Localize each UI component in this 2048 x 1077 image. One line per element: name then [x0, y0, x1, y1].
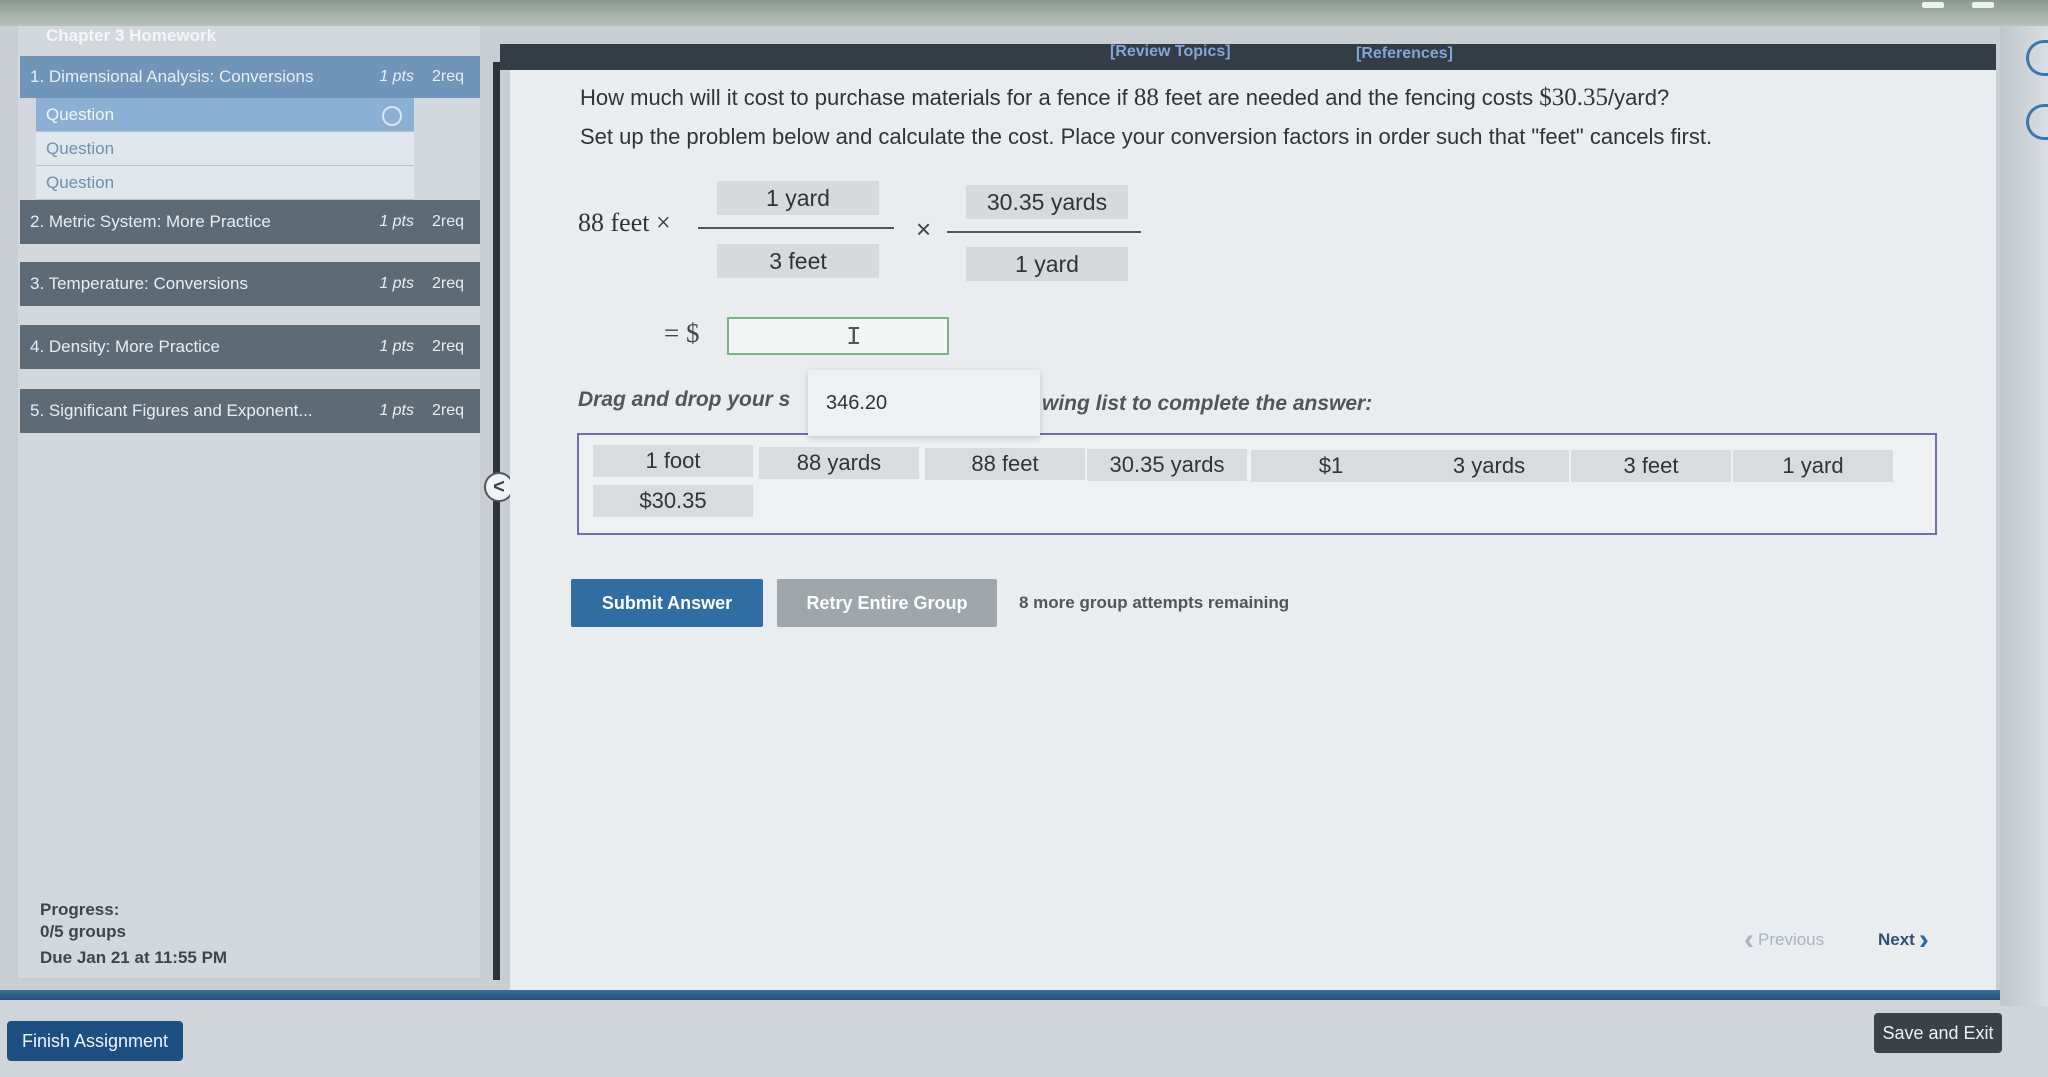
minimize-icon[interactable]: [1922, 2, 1944, 8]
circle-status-icon: [382, 106, 402, 126]
sub-question-label: Question: [46, 104, 115, 124]
window-top-strip: [0, 0, 2048, 26]
finish-assignment-button[interactable]: Finish Assignment: [7, 1021, 183, 1061]
sidebar-item-dimensional-analysis[interactable]: 1. Dimensional Analysis: Conversions 1 p…: [20, 56, 480, 98]
sub-question-2[interactable]: Question: [36, 132, 414, 166]
progress-label: Progress:: [40, 900, 120, 919]
sidebar-item-points: 1 pts: [379, 68, 414, 85]
sub-question-3[interactable]: Question: [36, 166, 414, 200]
progress-value: 0/5 groups: [40, 922, 126, 941]
save-and-exit-button[interactable]: Save and Exit: [1874, 1013, 2002, 1053]
sidebar-item-requirement: 2req: [431, 338, 464, 355]
option-tile[interactable]: 30.35 yards: [1087, 449, 1247, 481]
sidebar-item-requirement: 2req: [431, 68, 464, 85]
sidebar-item-points: 1 pts: [379, 213, 414, 230]
fraction-2-bar: [947, 231, 1141, 233]
sidebar-item-points: 1 pts: [379, 338, 414, 355]
question-header-bar: [500, 44, 1996, 70]
sub-question-1[interactable]: Question: [36, 98, 414, 132]
sidebar-item-label: 2. Metric System: More Practice: [30, 212, 271, 231]
question-text-part: How much will it cost to purchase materi…: [580, 85, 1134, 110]
sidebar-item-temperature[interactable]: 3. Temperature: Conversions 1 pts 2req: [20, 262, 480, 306]
question-instructions: Set up the problem below and calculate t…: [580, 124, 1713, 149]
option-tile[interactable]: 3 feet: [1571, 450, 1731, 482]
previous-button[interactable]: ‹ Previous: [1744, 923, 1825, 956]
fraction-1-denominator[interactable]: 3 feet: [717, 244, 879, 278]
fraction-1-bar: [698, 227, 894, 229]
due-date: Due Jan 21 at 11:55 PM: [40, 948, 228, 967]
sidebar-item-points: 1 pts: [379, 275, 414, 292]
drag-instruction-start: Drag and drop your s: [578, 388, 791, 411]
sidebar-item-label: 5. Significant Figures and Exponent...: [30, 401, 313, 420]
sidebar-item-label: 1. Dimensional Analysis: Conversions: [30, 67, 314, 86]
right-edge-panel: [2000, 26, 2048, 1006]
fraction-1-numerator[interactable]: 1 yard: [717, 181, 879, 215]
option-tile[interactable]: 88 yards: [759, 447, 919, 479]
next-label: Next: [1878, 930, 1915, 949]
question-text-part: /yard?: [1608, 85, 1670, 110]
attempts-remaining: 8 more group attempts remaining: [1019, 593, 1290, 612]
footer-divider: [0, 990, 2000, 1000]
option-tile[interactable]: $1: [1251, 450, 1411, 482]
fraction-2-numerator[interactable]: 30.35 yards: [966, 185, 1128, 219]
feet-quantity: 88: [1133, 84, 1159, 111]
next-button[interactable]: Next ›: [1878, 923, 1929, 956]
chevron-left-icon: ‹: [1744, 923, 1754, 956]
references-link[interactable]: [References]: [1356, 45, 1453, 63]
chevron-right-icon: ›: [1918, 923, 1929, 956]
price-quantity: $30.35: [1539, 84, 1609, 111]
drag-instruction-end: wing list to complete the answer:: [1042, 392, 1373, 415]
sidebar-item-requirement: 2req: [431, 275, 464, 292]
option-tile[interactable]: $30.35: [593, 485, 753, 517]
assignment-title: Chapter 3 Homework: [46, 26, 217, 45]
question-text-part: feet are needed and the fencing costs: [1158, 85, 1540, 110]
sidebar-item-points: 1 pts: [379, 402, 414, 419]
maximize-icon[interactable]: [1972, 2, 1994, 8]
sidebar-item-density[interactable]: 4. Density: More Practice 1 pts 2req: [20, 325, 480, 369]
dragging-answer-tile[interactable]: 346.20: [808, 370, 1040, 436]
sub-question-label: Question: [46, 138, 115, 158]
sidebar-item-significant-figures[interactable]: 5. Significant Figures and Exponent... 1…: [20, 389, 480, 433]
times-sign: ×: [916, 214, 932, 244]
option-tile[interactable]: 1 foot: [593, 445, 753, 477]
equals-dollar-label: = $: [664, 318, 700, 348]
footer-bar: [0, 1000, 2048, 1077]
submit-answer-button[interactable]: Submit Answer: [571, 579, 763, 627]
fraction-2-denominator[interactable]: 1 yard: [966, 247, 1128, 281]
text-cursor-icon: I: [846, 322, 862, 352]
sidebar-item-label: 4. Density: More Practice: [30, 337, 220, 356]
sidebar-item-label: 3. Temperature: Conversions: [30, 274, 248, 293]
sidebar-item-requirement: 2req: [431, 213, 464, 230]
option-tile[interactable]: 1 yard: [1733, 450, 1893, 482]
sidebar-item-metric-system[interactable]: 2. Metric System: More Practice 1 pts 2r…: [20, 200, 480, 244]
option-tile[interactable]: 88 feet: [925, 448, 1085, 480]
previous-label: Previous: [1758, 930, 1825, 949]
sub-question-label: Question: [46, 172, 115, 192]
chevron-left-icon: <: [493, 475, 505, 498]
review-topics-link[interactable]: [Review Topics]: [1110, 43, 1231, 61]
start-quantity: 88 feet ×: [578, 208, 671, 237]
sidebar-divider: [493, 62, 500, 980]
question-text: How much will it cost to purchase materi…: [580, 84, 1669, 112]
option-tile[interactable]: 3 yards: [1409, 450, 1569, 482]
sidebar-item-requirement: 2req: [431, 402, 464, 419]
retry-group-button[interactable]: Retry Entire Group: [777, 579, 997, 627]
answer-input[interactable]: [727, 317, 949, 355]
